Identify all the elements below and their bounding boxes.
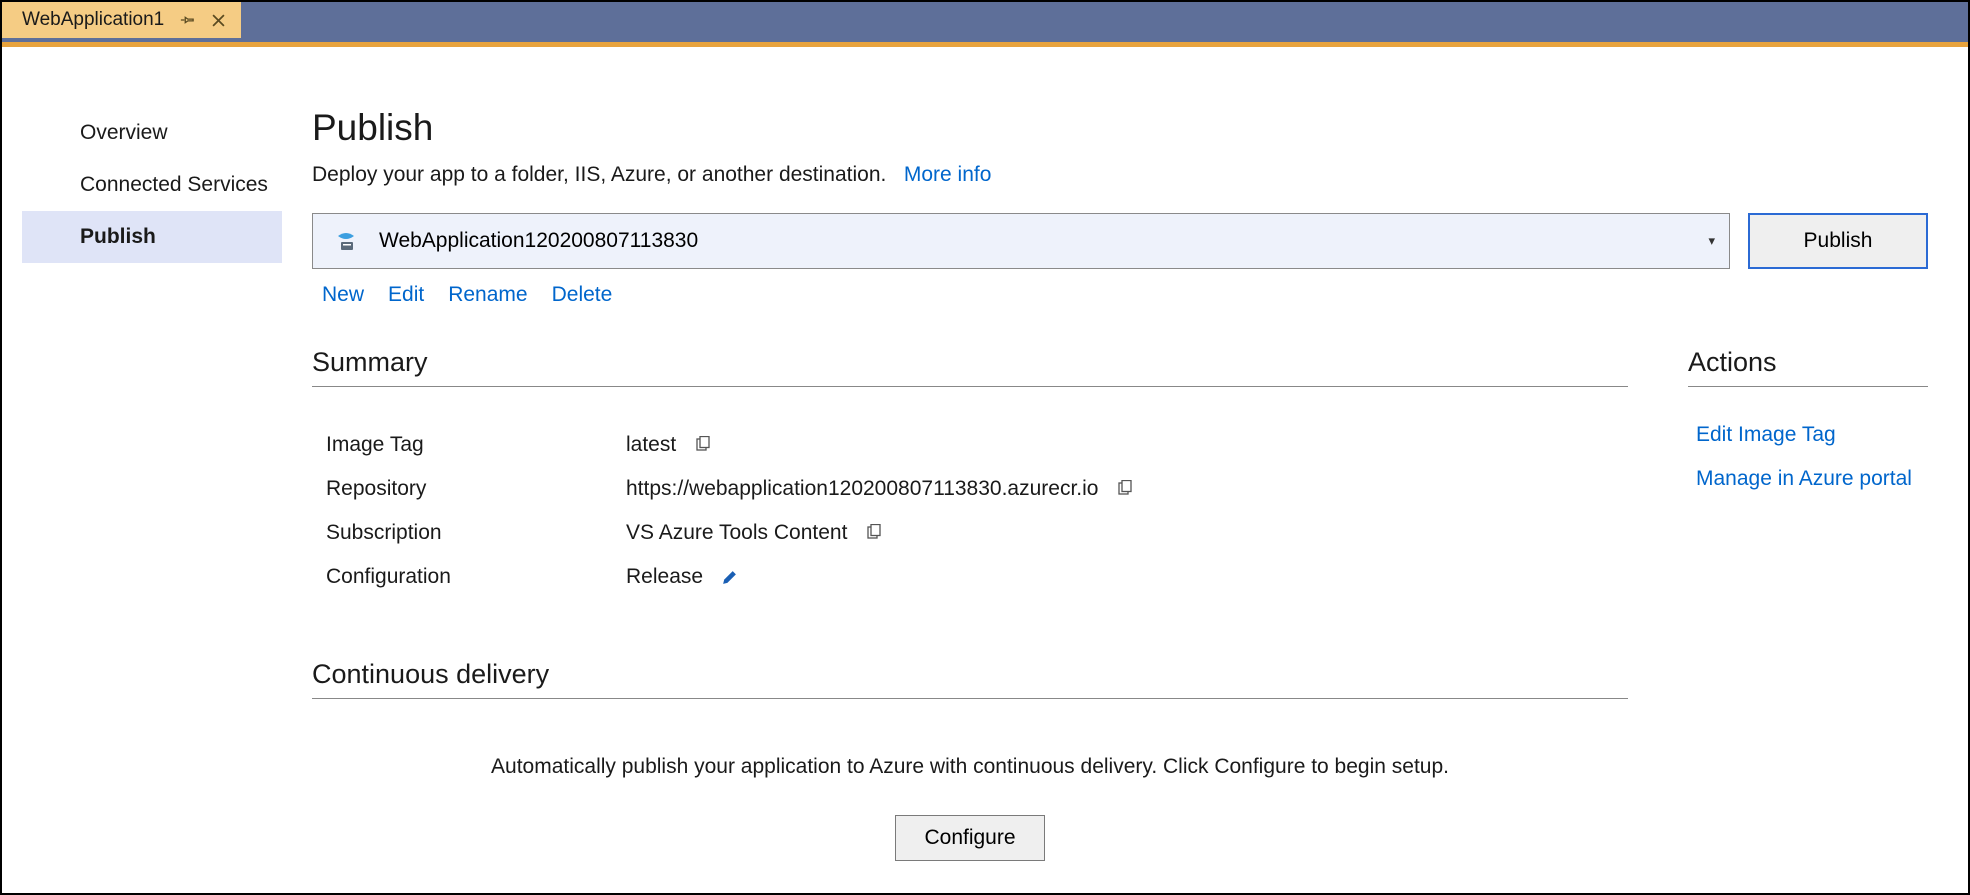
profile-new-link[interactable]: New [322,283,364,307]
content-area: Publish Deploy your app to a folder, IIS… [282,107,1968,893]
sidebar-item-label: Publish [80,225,156,248]
profile-delete-link[interactable]: Delete [552,283,613,307]
subtitle-row: Deploy your app to a folder, IIS, Azure,… [312,163,1928,187]
more-info-link[interactable]: More info [904,163,992,186]
summary-heading: Summary [312,347,1628,387]
sidebar-item-overview[interactable]: Overview [22,107,282,159]
tab-title: WebApplication1 [22,9,164,31]
summary-label: Repository [326,477,626,501]
sidebar-item-label: Connected Services [80,173,268,196]
sidebar-item-publish[interactable]: Publish [22,211,282,263]
page-title: Publish [312,107,1928,149]
webapp-icon [335,232,357,250]
titlebar: WebApplication1 [2,2,1968,42]
actions-heading: Actions [1688,347,1928,387]
summary-row-configuration: Configuration Release [312,555,1628,599]
summary-row-repository: Repository https://webapplication1202008… [312,467,1628,511]
document-tab[interactable]: WebApplication1 [2,2,241,38]
copy-icon[interactable] [694,436,712,454]
summary-value: latest [626,433,676,457]
summary-label: Configuration [326,565,626,589]
action-manage-azure-portal[interactable]: Manage in Azure portal [1696,467,1928,491]
copy-icon[interactable] [865,524,883,542]
pin-icon[interactable] [178,11,196,29]
publish-button[interactable]: Publish [1748,213,1928,269]
pencil-icon[interactable] [721,569,738,586]
profile-edit-link[interactable]: Edit [388,283,424,307]
sidebar-item-label: Overview [80,121,168,144]
summary-row-subscription: Subscription VS Azure Tools Content [312,511,1628,555]
summary-label: Image Tag [326,433,626,457]
summary-value: Release [626,565,703,589]
sidebar: Overview Connected Services Publish [2,107,282,893]
summary-label: Subscription [326,521,626,545]
subtitle-text: Deploy your app to a folder, IIS, Azure,… [312,163,886,186]
copy-icon[interactable] [1116,480,1134,498]
continuous-delivery-text: Automatically publish your application t… [312,755,1628,779]
action-edit-image-tag[interactable]: Edit Image Tag [1696,423,1928,447]
close-icon[interactable] [210,12,227,29]
publish-profile-name: WebApplication120200807113830 [379,229,698,253]
profile-rename-link[interactable]: Rename [448,283,527,307]
configure-button[interactable]: Configure [895,815,1044,861]
continuous-delivery-heading: Continuous delivery [312,659,1628,699]
repository-link[interactable]: https://webapplication120200807113830.az… [626,477,1098,501]
chevron-down-icon: ▾ [1708,233,1715,249]
summary-row-image-tag: Image Tag latest [312,423,1628,467]
publish-profile-dropdown[interactable]: WebApplication120200807113830 ▾ [312,213,1730,269]
summary-value: VS Azure Tools Content [626,521,847,545]
sidebar-item-connected-services[interactable]: Connected Services [22,159,282,211]
